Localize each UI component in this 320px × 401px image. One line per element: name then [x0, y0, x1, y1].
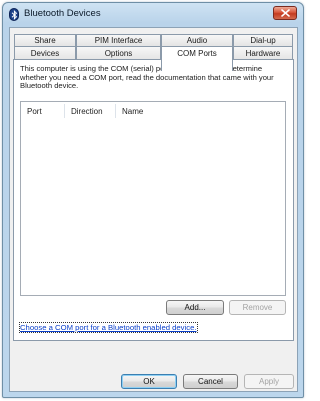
column-divider[interactable]	[115, 104, 116, 118]
tab-label: Options	[104, 49, 133, 58]
column-divider[interactable]	[64, 104, 65, 118]
remove-button-label: Remove	[242, 303, 273, 312]
tab-label: Share	[34, 36, 56, 45]
column-header-name[interactable]: Name	[122, 107, 143, 116]
close-icon	[281, 9, 290, 17]
tab-com-ports[interactable]: COM Ports	[161, 46, 233, 71]
tab-dial-up[interactable]: Dial-up	[233, 34, 293, 46]
window-title: Bluetooth Devices	[24, 8, 101, 19]
help-link[interactable]: Choose a COM port for a Bluetooth enable…	[19, 322, 198, 333]
remove-button[interactable]: Remove	[229, 300, 286, 315]
com-ports-list[interactable]: Port Direction Name	[20, 101, 286, 296]
tab-devices[interactable]: Devices	[14, 46, 76, 60]
dialog-window: Bluetooth Devices Share PIM Interface Au…	[2, 2, 304, 398]
tab-hardware[interactable]: Hardware	[233, 46, 293, 60]
tab-label: Audio	[186, 36, 208, 45]
cancel-button-label: Cancel	[198, 377, 223, 386]
column-header-direction[interactable]: Direction	[71, 107, 103, 116]
apply-button[interactable]: Apply	[244, 374, 294, 389]
tab-options[interactable]: Options	[76, 46, 161, 60]
tab-label: Dial-up	[250, 36, 276, 45]
tab-audio[interactable]: Audio	[161, 34, 233, 46]
dialog-body: Share PIM Interface Audio Dial-up Device…	[9, 27, 298, 392]
tab-label: Devices	[30, 49, 60, 58]
com-ports-page: This computer is using the COM (serial) …	[13, 59, 294, 341]
bluetooth-icon	[9, 8, 19, 21]
column-header-port[interactable]: Port	[27, 107, 42, 116]
tab-label: COM Ports	[177, 49, 217, 58]
apply-button-label: Apply	[258, 377, 279, 386]
cancel-button[interactable]: Cancel	[183, 374, 238, 389]
add-button[interactable]: Add...	[166, 300, 224, 315]
ok-button-label: OK	[143, 377, 155, 386]
tab-pim-interface[interactable]: PIM Interface	[76, 34, 161, 46]
ok-button[interactable]: OK	[121, 374, 177, 389]
close-button[interactable]	[273, 6, 297, 20]
add-button-label: Add...	[184, 303, 206, 312]
tab-label: Hardware	[245, 49, 281, 58]
tab-share[interactable]: Share	[14, 34, 76, 46]
title-bar[interactable]: Bluetooth Devices	[3, 3, 303, 25]
com-ports-description: This computer is using the COM (serial) …	[20, 64, 274, 91]
tab-label: PIM Interface	[94, 36, 143, 45]
